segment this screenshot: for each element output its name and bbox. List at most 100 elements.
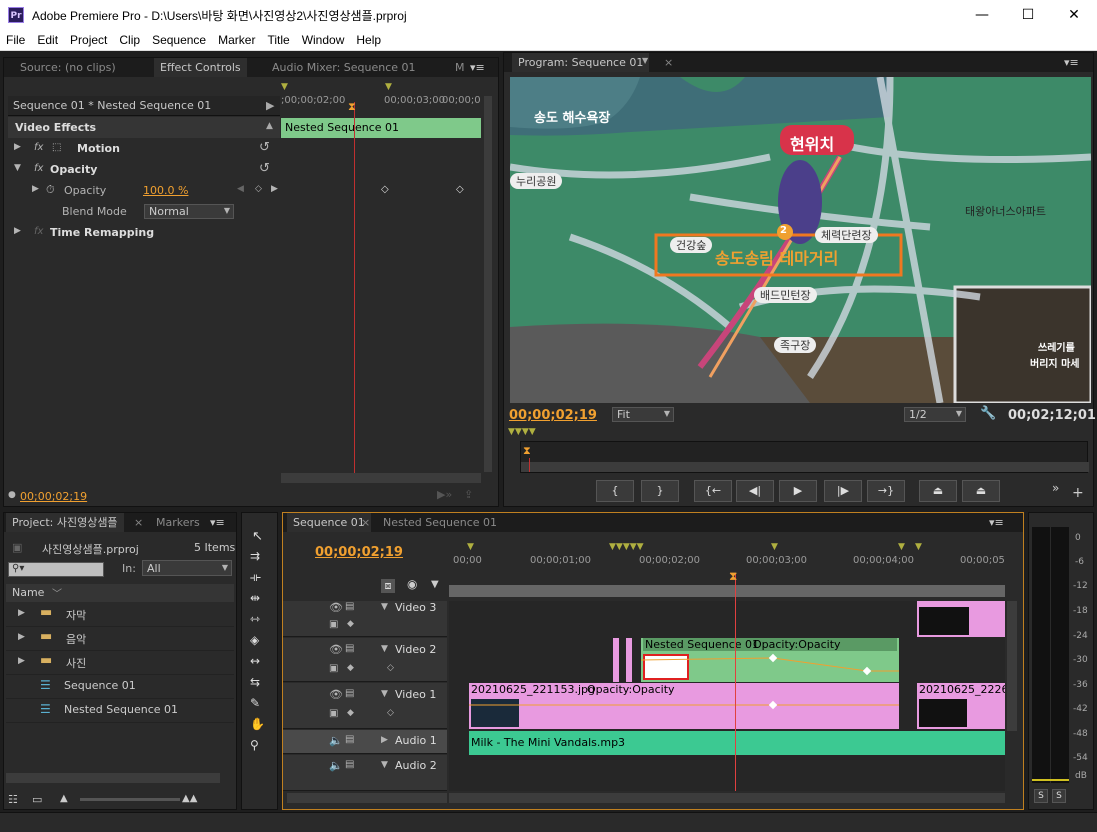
expand-down-icon[interactable]: ▼ xyxy=(381,644,388,654)
menu-window[interactable]: Window xyxy=(296,30,351,51)
expand-icon[interactable]: ▶ xyxy=(18,608,25,618)
clip-video3[interactable] xyxy=(917,601,1005,637)
clip-nested-sequence[interactable]: Nested Sequence 01 Opacity:Opacity xyxy=(641,638,899,682)
clip-audio[interactable]: Milk - The Mini Vandals.mp3 xyxy=(469,731,1005,755)
tab-markers[interactable]: Markers xyxy=(150,513,206,532)
marker-icon[interactable]: ▼ xyxy=(898,542,905,552)
extract-button[interactable]: ⏏ xyxy=(962,480,1000,502)
reset-icon[interactable]: ↺ xyxy=(259,161,270,176)
sort-chevron-icon[interactable]: ﹀ xyxy=(52,585,62,600)
clip-sliver[interactable] xyxy=(613,638,619,682)
play-audio-icon[interactable]: ▶» xyxy=(437,488,452,501)
mark-out-button[interactable]: } xyxy=(641,480,679,502)
work-area-bar[interactable] xyxy=(449,585,1005,597)
marker-icon[interactable]: ▼ xyxy=(467,542,474,552)
icon-view-icon[interactable]: ▭ xyxy=(32,793,42,806)
effect-ruler[interactable]: ;00;00;02;00 00;00;03;00 00;00;0 ▼ ▼ xyxy=(281,82,481,106)
keyframe-toggle-icon[interactable]: ◆ xyxy=(347,708,354,718)
effect-row-motion[interactable]: ▶ fx ⬚ Motion ↺ xyxy=(8,139,280,159)
marker-icon[interactable]: ▼ xyxy=(385,82,392,92)
play-button[interactable]: ▶ xyxy=(779,480,817,502)
menu-sequence[interactable]: Sequence xyxy=(146,30,212,51)
tab-audio-mixer[interactable]: Audio Mixer: Sequence 01 xyxy=(266,58,422,77)
tab-nested-sequence-01[interactable]: Nested Sequence 01 xyxy=(377,513,503,532)
blend-mode-select[interactable]: Normal ▼ xyxy=(144,204,234,219)
add-keyframe-icon[interactable]: ◇ xyxy=(387,663,394,673)
lock-icon[interactable]: ▤ xyxy=(345,734,354,745)
effect-horizontal-scrollbar[interactable] xyxy=(281,473,481,483)
track-output-icon[interactable]: ▣ xyxy=(329,663,338,674)
menu-file[interactable]: File xyxy=(0,30,31,51)
menu-edit[interactable]: Edit xyxy=(31,30,64,51)
add-icon[interactable]: + xyxy=(1072,485,1084,501)
tab-metadata[interactable]: M xyxy=(449,58,471,77)
lock-icon[interactable]: ▤ xyxy=(345,643,354,654)
timeline-vertical-scrollbar[interactable] xyxy=(1007,601,1017,731)
export-icon[interactable]: ⇪ xyxy=(464,488,473,501)
pen-tool-icon[interactable]: ✎ xyxy=(250,696,260,710)
slip-tool-icon[interactable]: ↔ xyxy=(250,654,260,668)
zoom-tool-icon[interactable]: ⚲ xyxy=(250,738,259,752)
next-keyframe-icon[interactable]: ▶ xyxy=(271,184,278,194)
in-select[interactable]: All ▼ xyxy=(142,560,232,576)
expand-icon[interactable]: ▶ xyxy=(18,632,25,642)
tab-source[interactable]: Source: (no clips) xyxy=(14,58,122,77)
razor-tool-icon[interactable]: ◈ xyxy=(250,633,259,647)
reset-icon[interactable]: ↺ xyxy=(259,140,270,155)
lock-icon[interactable]: ▤ xyxy=(345,601,354,612)
video-frame[interactable]: 송도 해수욕장 현위치 누리공원 건강숲 2 송도송림 테마거리 체력단련장 배… xyxy=(510,77,1091,403)
step-forward-button[interactable]: |▶ xyxy=(824,480,862,502)
rate-stretch-tool-icon[interactable]: ⇿ xyxy=(250,612,260,626)
timeline-timecode[interactable]: 00;00;02;19 xyxy=(315,545,403,560)
opacity-value[interactable]: 100.0 % xyxy=(143,184,188,197)
playhead-handle-icon[interactable]: ⧗ xyxy=(348,100,356,114)
minimize-button[interactable]: — xyxy=(959,0,1005,30)
lock-icon[interactable]: ▤ xyxy=(345,759,354,770)
tab-sequence-01[interactable]: Sequence 01 xyxy=(287,513,371,532)
panel-menu-icon[interactable]: ▾≡ xyxy=(470,61,485,74)
effect-timecode[interactable]: 00;00;02;19 xyxy=(20,490,87,503)
panel-menu-icon[interactable]: ▾≡ xyxy=(210,516,225,529)
step-back-button[interactable]: ◀| xyxy=(736,480,774,502)
zoom-in-icon[interactable]: ▲▲ xyxy=(182,793,197,804)
expand-icon[interactable]: ▶ xyxy=(18,656,25,666)
expand-down-icon[interactable]: ▼ xyxy=(381,760,388,770)
prev-keyframe-icon[interactable]: ◀ xyxy=(237,184,244,194)
marker-icons[interactable]: ▼▼▼▼▼ xyxy=(609,542,644,552)
wrench-icon[interactable]: 🔧 xyxy=(980,406,996,421)
clip-jpg1[interactable]: 20210625_221153.jpg Opacity:Opacity xyxy=(469,683,899,729)
scrubber-bar[interactable] xyxy=(521,462,1089,472)
selection-tool-icon[interactable]: ↖ xyxy=(252,529,263,544)
timeline-horizontal-scrollbar[interactable] xyxy=(449,793,1005,803)
track-output-icon[interactable]: ▣ xyxy=(329,619,338,630)
go-to-out-button[interactable]: →} xyxy=(867,480,905,502)
expand-icon[interactable]: ▶ xyxy=(381,735,388,745)
close-tab-icon[interactable]: × xyxy=(664,56,673,69)
menu-project[interactable]: Project xyxy=(64,30,113,51)
menu-clip[interactable]: Clip xyxy=(113,30,146,51)
playhead-handle-icon[interactable]: ⧗ xyxy=(729,569,737,584)
expand-down-icon[interactable]: ▼ xyxy=(14,163,21,173)
solo-right-button[interactable]: S xyxy=(1052,789,1066,803)
ripple-edit-tool-icon[interactable]: ⟛ xyxy=(250,570,261,585)
panel-menu-icon[interactable]: ▾≡ xyxy=(989,516,1004,529)
chevron-right-icon[interactable]: ▶ xyxy=(266,99,274,112)
speaker-icon[interactable]: 🔈 xyxy=(329,734,343,747)
eye-icon[interactable]: 👁 xyxy=(329,643,343,656)
solo-left-button[interactable]: S xyxy=(1034,789,1048,803)
project-horizontal-scrollbar[interactable] xyxy=(6,773,220,783)
close-tab-icon[interactable]: × xyxy=(134,516,143,529)
track-header-scrollbar[interactable] xyxy=(287,793,447,803)
tab-project[interactable]: Project: 사진영상샘플 xyxy=(6,513,124,532)
slide-tool-icon[interactable]: ⇆ xyxy=(250,675,260,689)
add-keyframe-icon[interactable]: ◇ xyxy=(387,708,394,718)
marker-icon[interactable]: ▼ xyxy=(281,82,288,92)
playhead-handle-icon[interactable]: ⧗ xyxy=(523,444,531,458)
marker-icons[interactable]: ▼▼▼▼ xyxy=(508,427,536,437)
go-to-in-button[interactable]: {← xyxy=(694,480,732,502)
panel-menu-icon[interactable]: ▾≡ xyxy=(1064,56,1079,69)
name-column-header[interactable]: Name ﹀ xyxy=(6,584,234,602)
opacity-rubberband[interactable] xyxy=(469,683,899,729)
menu-marker[interactable]: Marker xyxy=(212,30,261,51)
list-view-icon[interactable]: ☷ xyxy=(8,793,18,806)
